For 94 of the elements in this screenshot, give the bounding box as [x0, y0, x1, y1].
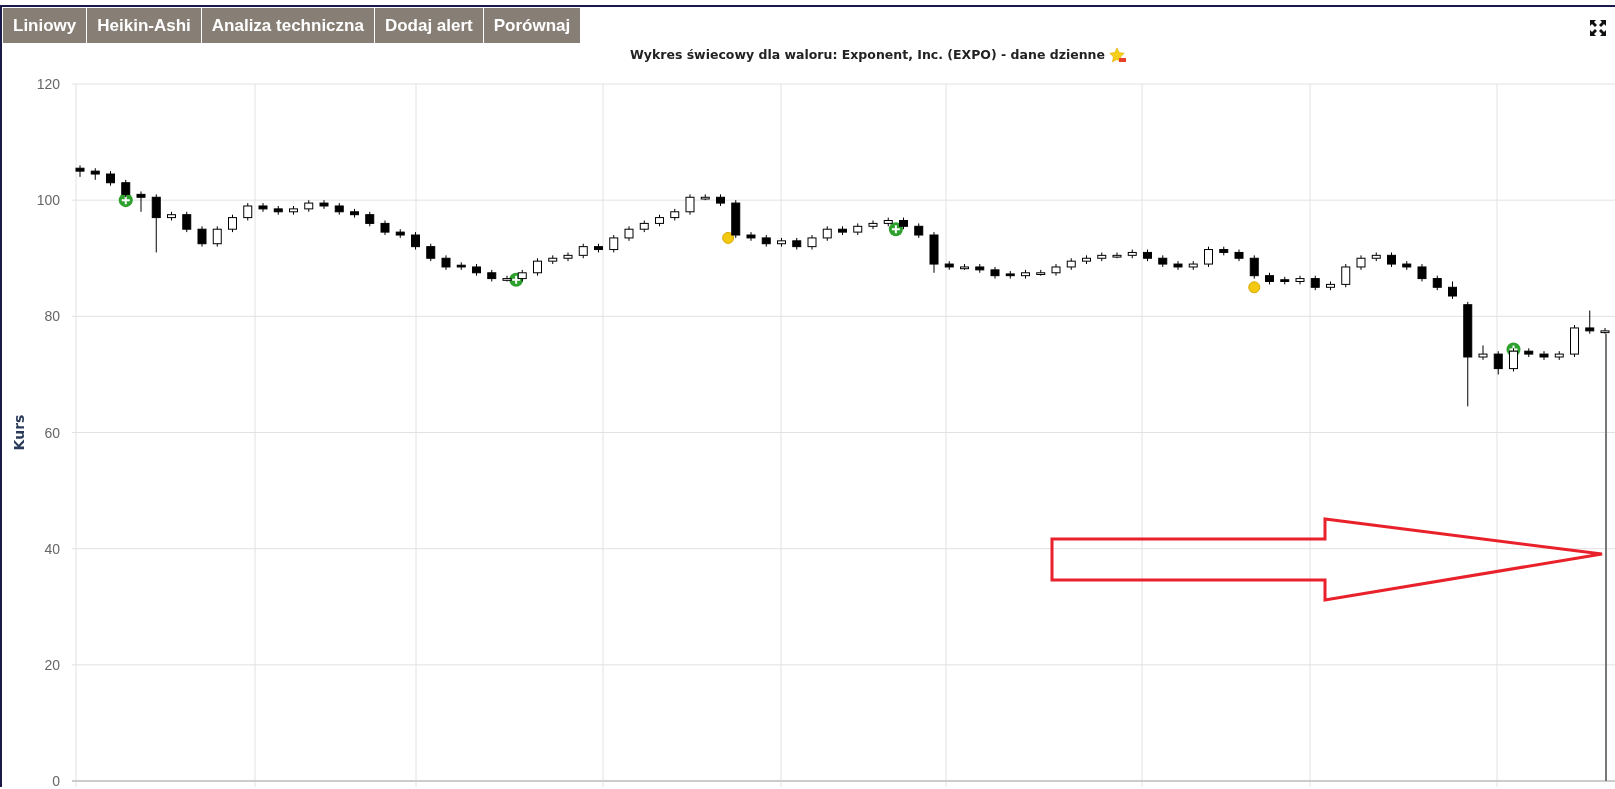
candlestick [792, 237, 802, 250]
candlestick [929, 231, 939, 273]
candlestick [578, 243, 588, 259]
axis-tick-label: 120 [36, 75, 60, 92]
candlestick [807, 234, 817, 250]
candlestick [136, 190, 146, 213]
chart-tab[interactable]: Analiza techniczna [201, 8, 374, 43]
candlestick [182, 211, 192, 233]
candlestick [990, 266, 1000, 279]
candlestick [1356, 254, 1366, 271]
candlestick [1478, 344, 1488, 361]
candlestick [243, 202, 253, 221]
candlestick [1310, 274, 1320, 291]
candlestick [334, 202, 344, 215]
candlestick [273, 205, 283, 215]
candlestick [1204, 245, 1213, 268]
candlestick [1112, 251, 1122, 259]
chart-tab[interactable]: Porównaj [483, 8, 581, 43]
axis-title: Kurs [11, 414, 27, 451]
candlestick [502, 274, 512, 282]
star-icon[interactable] [1109, 46, 1127, 64]
axis-tick-label: 100 [36, 191, 60, 208]
candlestick [822, 225, 832, 242]
dot-marker-icon[interactable] [1248, 281, 1261, 294]
candlestick [1341, 263, 1351, 288]
candlestick [441, 254, 451, 271]
candlestick [899, 216, 908, 230]
candlestick [212, 225, 222, 247]
axis-tick-label: 40 [44, 540, 60, 557]
candlestick [731, 199, 741, 239]
candlestick [426, 243, 436, 262]
candlestick [1051, 263, 1061, 276]
candlestick [90, 167, 100, 181]
candlestick [1417, 263, 1427, 282]
candlestick [1021, 269, 1030, 279]
candlestick [624, 225, 634, 242]
candlestick [594, 243, 603, 253]
candlestick [106, 170, 115, 186]
chart-tab[interactable]: Liniowy [3, 8, 87, 43]
candlestick [655, 213, 664, 227]
candlestick [853, 222, 863, 236]
candlestick [670, 208, 680, 221]
dot-marker-icon[interactable] [722, 231, 735, 244]
candlestick [975, 263, 985, 273]
candlestick [487, 269, 497, 282]
candlestick [1600, 327, 1610, 334]
candlestick [1585, 309, 1595, 334]
candlestick [1143, 248, 1152, 262]
candlestick [1570, 324, 1579, 358]
candlestick [167, 211, 176, 221]
candlestick [75, 164, 85, 178]
chart-tab[interactable]: Dodaj alert [374, 8, 483, 43]
candlestick [609, 234, 619, 253]
candlestick [121, 179, 131, 198]
candlestick [1432, 274, 1442, 291]
axis-tick-label: 60 [44, 424, 60, 441]
candlestick [472, 263, 481, 276]
candlestick [1249, 254, 1259, 279]
candlestick [197, 225, 207, 247]
candlestick [777, 237, 786, 247]
candlestick [944, 260, 954, 271]
candlestick [639, 219, 649, 233]
candlestick [960, 263, 969, 271]
chart-tab[interactable]: Heikin-Ashi [87, 8, 201, 43]
candlestick [1448, 280, 1457, 300]
candlestick [716, 193, 725, 207]
candlestick [700, 193, 710, 201]
candlestick [228, 213, 237, 233]
candlestick [411, 231, 420, 250]
candlestick [761, 234, 771, 247]
axis-tick-label: 0 [52, 772, 60, 787]
candlestick [1234, 248, 1244, 262]
candlestick [1509, 347, 1518, 372]
candlestick [380, 219, 390, 236]
candlestick [1493, 350, 1503, 375]
candlestick [365, 211, 375, 227]
candlestick [1158, 254, 1168, 268]
candlestick [350, 208, 359, 218]
candlestick [289, 205, 298, 215]
candlestick [685, 193, 695, 215]
axis-tick-label: 80 [44, 308, 60, 325]
candlestick [304, 199, 314, 213]
axis-tick-label: 20 [44, 656, 60, 673]
candlestick [533, 257, 542, 276]
chart-title: Wykres świecowy dla waloru: Exponent, Inc. (EXPO) - dane dzienne [630, 46, 1105, 64]
candlestick [1524, 347, 1534, 358]
fullscreen-icon[interactable] [1589, 19, 1607, 37]
candlestick [1265, 272, 1274, 285]
candlestick [151, 193, 161, 253]
candlestick [258, 202, 268, 213]
candlestick [914, 222, 924, 239]
candlestick [517, 269, 527, 282]
candlestick [1387, 251, 1396, 268]
candlestick [1066, 257, 1076, 271]
